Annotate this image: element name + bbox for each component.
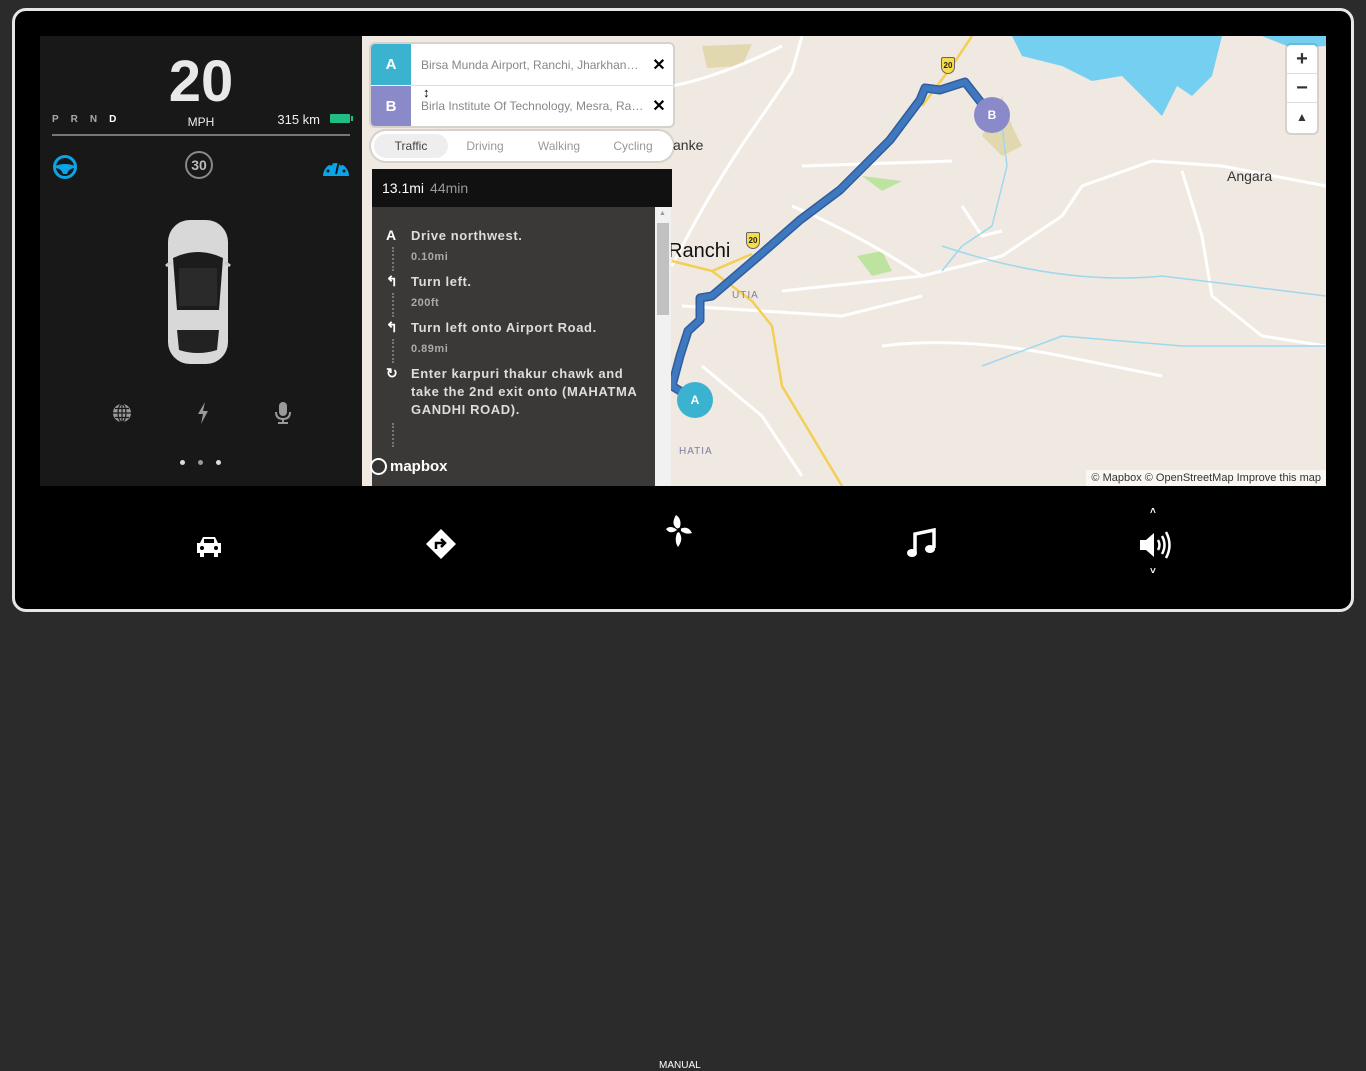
origin-marker[interactable]: A <box>677 382 713 418</box>
mapbox-logo[interactable]: mapbox <box>370 458 448 475</box>
clear-destination-icon[interactable]: ✕ <box>645 96 673 116</box>
step-distance: 0.10mi <box>411 251 449 263</box>
directions-inputs: A Birsa Munda Airport, Ranchi, Jharkhand… <box>371 44 673 126</box>
divider <box>52 134 350 136</box>
gear-r: R <box>70 114 78 125</box>
map-attribution[interactable]: © Mapbox © OpenStreetMap Improve this ma… <box>1086 470 1326 486</box>
clear-origin-icon[interactable]: ✕ <box>645 55 673 75</box>
tab-cycling[interactable]: Cycling <box>596 134 670 158</box>
instrument-cluster: 20 MPH P R N D 315 km 30 <box>40 36 362 486</box>
map-label-angara: Angara <box>1227 168 1273 184</box>
route-duration: 44min <box>430 180 469 196</box>
tab-driving[interactable]: Driving <box>448 134 522 158</box>
fan-icon[interactable] <box>664 515 694 547</box>
globe-icon[interactable] <box>112 403 132 423</box>
step-distance: 0.89mi <box>411 343 449 355</box>
route-summary: 13.1mi 44min <box>372 169 672 207</box>
volume-down-icon[interactable]: ˅ <box>1150 566 1156 577</box>
turn-left-icon: ↰ <box>386 273 398 289</box>
compass-button[interactable]: ▲ <box>1287 103 1317 132</box>
mapbox-logo-text: mapbox <box>390 458 448 475</box>
lightning-icon[interactable] <box>197 402 209 424</box>
battery-icon <box>330 114 353 123</box>
directions-icon[interactable] <box>426 529 456 559</box>
gear-d: D <box>109 114 117 125</box>
swap-icon[interactable]: ↕ <box>423 85 430 100</box>
destination-input[interactable]: Birla Institute Of Technology, Mesra, Ra… <box>411 99 645 113</box>
music-icon[interactable] <box>906 528 936 560</box>
map-zoom-controls: + − ▲ <box>1287 45 1317 133</box>
turn-left-icon: ↰ <box>386 319 398 335</box>
step-text: Enter karpuri thakur chawk and take the … <box>411 366 637 417</box>
direction-step[interactable]: ↻ Enter karpuri thakur chawk and take the… <box>372 365 655 447</box>
car-icon[interactable] <box>194 535 224 557</box>
zoom-in-button[interactable]: + <box>1287 45 1317 74</box>
page-indicator[interactable] <box>180 460 221 465</box>
origin-input[interactable]: Birsa Munda Airport, Ranchi, Jharkhand, … <box>411 58 645 72</box>
map-label-hutia: UTIA <box>732 290 759 301</box>
origin-step-icon: A <box>386 227 397 243</box>
direction-step[interactable]: ↰ Turn left. 200ft <box>372 273 655 317</box>
map-view[interactable]: Ranchi Angara anke HATIA UTIA 20 20 A B … <box>362 36 1326 486</box>
tab-walking[interactable]: Walking <box>522 134 596 158</box>
highway-shield: 20 <box>746 232 760 249</box>
direction-step[interactable]: A Drive northwest. 0.10mi <box>372 227 655 271</box>
map-label-ranchi: Ranchi <box>668 240 731 262</box>
steering-wheel-icon[interactable] <box>52 154 78 180</box>
step-distance: 200ft <box>411 297 440 309</box>
map-label-kanke: anke <box>673 137 704 153</box>
destination-tag: B <box>371 85 411 126</box>
range-readout: 315 km <box>277 112 320 127</box>
directions-scrollbar[interactable]: ▲ <box>655 207 671 486</box>
direction-step[interactable]: ↰ Turn left onto Airport Road. 0.89mi <box>372 319 655 363</box>
gear-selector: P R N D <box>52 114 116 125</box>
speed-readout: 20 <box>168 49 234 114</box>
highway-shield: 20 <box>941 57 955 74</box>
speed-limit-sign: 30 <box>185 151 213 179</box>
gear-n: N <box>89 114 98 125</box>
travel-mode-tabs: Traffic Driving Walking Cycling <box>371 131 673 161</box>
speedometer-icon[interactable] <box>322 154 350 178</box>
directions-steps[interactable]: A Drive northwest. 0.10mi ↰ Turn left. 200ft… <box>372 207 655 486</box>
volume-up-icon[interactable]: ˄ <box>1150 506 1156 517</box>
step-text: Drive northwest. <box>411 228 523 243</box>
tab-traffic[interactable]: Traffic <box>374 134 448 158</box>
zoom-out-button[interactable]: − <box>1287 74 1317 103</box>
microphone-icon[interactable] <box>274 402 292 424</box>
car-top-view-image <box>165 220 231 364</box>
dock-bar: MANUAL ˄ ˅ <box>0 500 1366 1071</box>
step-text: Turn left onto Airport Road. <box>411 320 597 335</box>
destination-marker[interactable]: B <box>974 97 1010 133</box>
origin-tag: A <box>371 44 411 85</box>
step-text: Turn left. <box>411 274 472 289</box>
volume-icon[interactable] <box>1138 530 1174 560</box>
route-distance: 13.1mi <box>382 180 425 196</box>
gear-p: P <box>52 114 59 125</box>
map-label-hatia: HATIA <box>679 446 713 457</box>
climate-mode-label: MANUAL <box>659 1060 701 1071</box>
roundabout-icon: ↻ <box>386 365 398 381</box>
